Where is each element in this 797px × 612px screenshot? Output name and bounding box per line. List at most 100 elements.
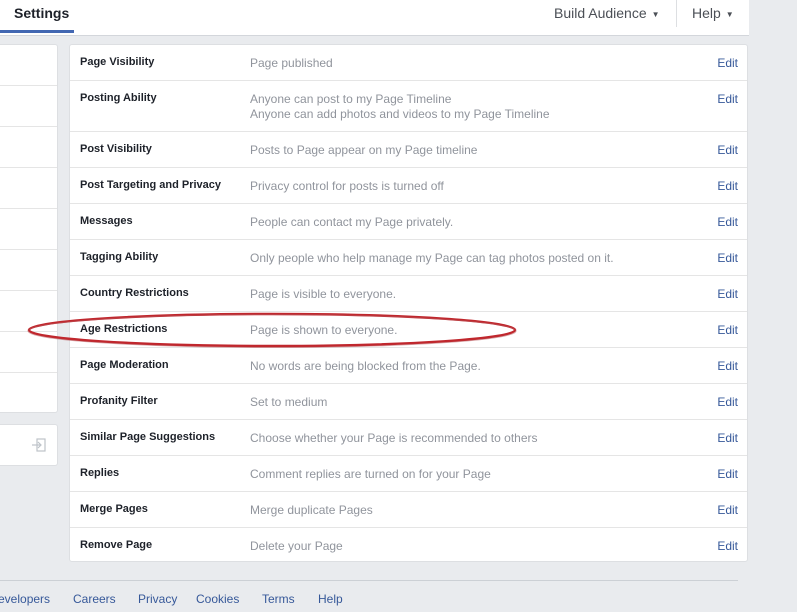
setting-label: Posting Ability [80,92,157,104]
edit-link[interactable]: Edit [717,395,738,409]
setting-value-line: Page published [250,56,333,70]
setting-value: Privacy control for posts is turned off [250,179,444,194]
tab-settings[interactable]: Settings [0,0,74,33]
edit-link[interactable]: Edit [717,92,738,106]
setting-value-line: Privacy control for posts is turned off [250,179,444,193]
setting-value: Comment replies are turned on for your P… [250,467,491,482]
footer-link-developers[interactable]: evelopers [0,592,50,606]
settings-row[interactable]: Replies Comment replies are turned on for… [70,456,747,492]
edit-link[interactable]: Edit [717,431,738,445]
setting-label: Replies [80,467,120,479]
sidebar-item[interactable] [0,331,57,372]
setting-label: Page Moderation [80,359,169,371]
setting-value: Page is visible to everyone. [250,287,396,302]
settings-row[interactable]: Page Visibility Page published Edit [70,45,747,81]
sidebar-bottom-item[interactable] [0,424,58,466]
settings-row[interactable]: Age Restrictions Page is shown to everyon… [70,312,747,348]
setting-value-line: Page is visible to everyone. [250,287,397,301]
setting-label: Merge Pages [80,503,148,515]
edit-link[interactable]: Edit [717,467,738,481]
footer-link-privacy[interactable]: Privacy [138,592,177,606]
setting-value-line: Merge duplicate Pages [250,503,373,517]
setting-value: People can contact my Page privately. [250,215,453,230]
footer-link-cookies[interactable]: Cookies [196,592,239,606]
setting-value-line: Posts to Page appear on my Page timeline [250,143,478,157]
setting-label: Page Visibility [80,56,155,68]
setting-value: Only people who help manage my Page can … [250,251,614,266]
settings-row[interactable]: Post Visibility Posts to Page appear on m… [70,132,747,168]
footer-link-help[interactable]: Help [318,592,343,606]
setting-label: Age Restrictions [80,323,168,335]
edit-link[interactable]: Edit [717,251,738,265]
setting-label: Messages [80,215,133,227]
sidebar-item[interactable] [0,208,57,249]
caret-down-icon: ▼ [651,10,660,19]
build-audience-button[interactable]: Build Audience ▼ [554,0,660,27]
edit-link[interactable]: Edit [717,287,738,301]
settings-row[interactable]: Posting Ability Anyone can post to my Pag… [70,81,747,132]
setting-label: Remove Page [80,539,153,551]
top-navigation-bar: Settings Build Audience ▼ Help ▼ [0,0,749,36]
sidebar-item[interactable] [0,249,57,290]
footer-link-terms[interactable]: Terms [262,592,295,606]
log-out-icon [32,438,46,452]
setting-value-line: Page is shown to everyone. [250,323,398,337]
setting-label: Profanity Filter [80,395,158,407]
setting-value: Anyone can post to my Page Timeline Anyon… [250,92,550,122]
setting-value: Posts to Page appear on my Page timeline [250,143,477,158]
setting-value-line: Only people who help manage my Page can … [250,251,614,265]
sidebar-item[interactable] [0,290,57,331]
help-label: Help [692,5,721,21]
settings-row[interactable]: Post Targeting and Privacy Privacy contro… [70,168,747,204]
edit-link[interactable]: Edit [717,359,738,373]
edit-link[interactable]: Edit [717,539,738,553]
setting-label: Tagging Ability [80,251,159,263]
sidebar-item[interactable] [0,85,57,126]
footer-divider [0,580,738,581]
edit-link[interactable]: Edit [717,215,738,229]
edit-link[interactable]: Edit [717,179,738,193]
edit-link[interactable]: Edit [717,503,738,517]
setting-value: Page is shown to everyone. [250,323,397,338]
setting-label: Similar Page Suggestions [80,431,216,443]
setting-value: Set to medium [250,395,327,410]
edit-link[interactable]: Edit [717,56,738,70]
setting-value-line: Comment replies are turned on for your P… [250,467,491,481]
settings-row[interactable]: Tagging Ability Only people who help mana… [70,240,747,276]
footer-links: evelopers Careers Privacy Cookies Terms … [0,592,797,608]
sidebar-item[interactable] [0,167,57,208]
settings-sidebar [0,44,58,413]
settings-row[interactable]: Merge Pages Merge duplicate Pages Edit [70,492,747,528]
settings-row[interactable]: Similar Page Suggestions Choose whether y… [70,420,747,456]
setting-value-line: No words are being blocked from the Page… [250,359,481,373]
setting-value: No words are being blocked from the Page… [250,359,481,374]
sidebar-item[interactable] [0,372,57,412]
setting-value: Page published [250,56,333,71]
setting-value: Merge duplicate Pages [250,503,373,518]
setting-value: Delete your Page [250,539,343,554]
top-divider [676,0,677,27]
setting-value: Choose whether your Page is recommended … [250,431,538,446]
build-audience-label: Build Audience [554,5,647,21]
caret-down-icon: ▼ [725,10,734,19]
settings-row[interactable]: Remove Page Delete your Page Edit [70,528,747,564]
general-settings-panel: Page Visibility Page published Edit Posting… [69,44,748,562]
setting-value-line: Anyone can post to my Page Timeline [250,92,452,106]
settings-row[interactable]: Country Restrictions Page is visible to e… [70,276,747,312]
edit-link[interactable]: Edit [717,143,738,157]
setting-value-line: Choose whether your Page is recommended … [250,431,538,445]
help-button[interactable]: Help ▼ [692,0,734,27]
setting-label: Country Restrictions [80,287,189,299]
sidebar-item[interactable] [0,126,57,167]
setting-label: Post Targeting and Privacy [80,179,222,191]
settings-row[interactable]: Page Moderation No words are being blocke… [70,348,747,384]
settings-row[interactable]: Profanity Filter Set to medium Edit [70,384,747,420]
setting-value-line: Set to medium [250,395,328,409]
setting-value-line: People can contact my Page privately. [250,215,454,229]
setting-value-line: Delete your Page [250,539,343,553]
footer-link-careers[interactable]: Careers [73,592,116,606]
setting-label: Post Visibility [80,143,152,155]
settings-row[interactable]: Messages People can contact my Page priva… [70,204,747,240]
setting-value-line: Anyone can add photos and videos to my P… [250,107,550,121]
edit-link[interactable]: Edit [717,323,738,337]
